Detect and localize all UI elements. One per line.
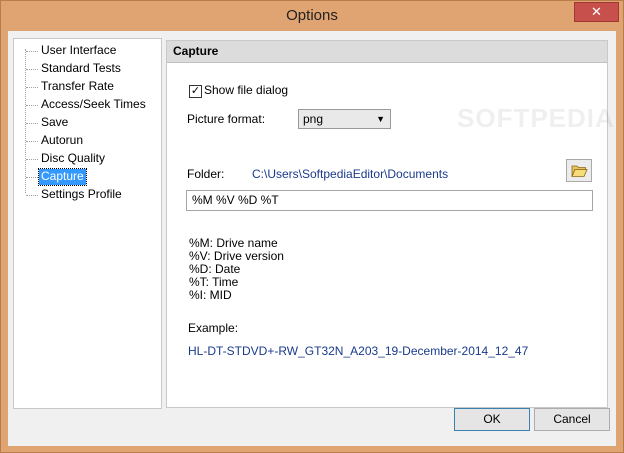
ok-button[interactable]: OK [454,408,530,431]
legend-line: %I: MID [189,288,232,302]
picture-format-value: png [303,112,324,126]
dialog-body: User Interface Standard Tests Transfer Rat… [8,31,616,446]
tree-item-capture[interactable]: Capture [38,168,87,186]
tree-connector [26,69,38,70]
tree-connector [26,51,38,52]
tree-item-disc-quality[interactable]: Disc Quality [39,151,107,167]
capture-panel: Capture SOFTPEDIA ✓ Show file dialog Pic… [166,40,614,408]
tree-connector [26,87,38,88]
cancel-button[interactable]: Cancel [534,408,610,431]
panel-header: Capture [167,41,607,63]
filename-pattern-input[interactable]: %M %V %D %T [186,190,593,211]
tree-item-save[interactable]: Save [39,115,70,131]
folder-open-icon [570,165,588,177]
tree-item-transfer-rate[interactable]: Transfer Rate [39,79,116,95]
tree-connector [25,49,26,193]
pattern-legend: %M: Drive name %V: Drive version %D: Date%… [189,237,284,302]
options-tree: User Interface Standard Tests Transfer Rat… [13,38,162,409]
close-button[interactable]: ✕ [574,2,619,22]
window-title: Options [286,7,338,24]
show-file-dialog-label[interactable]: Show file dialog [204,83,288,97]
tree-item-access-seek-times[interactable]: Access/Seek Times [39,97,148,113]
show-file-dialog-checkbox[interactable]: ✓ [189,85,202,98]
tree-connector [26,123,38,124]
example-label: Example: [188,321,239,335]
folder-path: C:\Users\SoftpediaEditor\Documents [252,167,449,181]
chevron-down-icon: ▼ [376,114,385,124]
tree-item-settings-profile[interactable]: Settings Profile [39,187,124,203]
picture-format-label: Picture format: [187,112,266,126]
tree-item-user-interface[interactable]: User Interface [39,43,118,59]
watermark: SOFTPEDIA [457,103,615,133]
tree-item-standard-tests[interactable]: Standard Tests [39,61,123,77]
example-value: HL-DT-STDVD+-RW_GT32N_A203_19-December-2… [188,344,529,358]
tree-connector [26,177,38,178]
options-window: Options ✕ User Interface Standard Tests Tr… [0,0,624,453]
browse-folder-button[interactable] [566,159,592,182]
title-bar[interactable]: Options ✕ [1,1,623,31]
tree-connector [26,159,38,160]
tree-item-autorun[interactable]: Autorun [39,133,85,149]
folder-label: Folder: [187,167,225,181]
picture-format-select[interactable]: png ▼ [298,109,391,129]
tree-connector [26,141,38,142]
tree-connector [26,195,38,196]
tree-connector [26,105,38,106]
